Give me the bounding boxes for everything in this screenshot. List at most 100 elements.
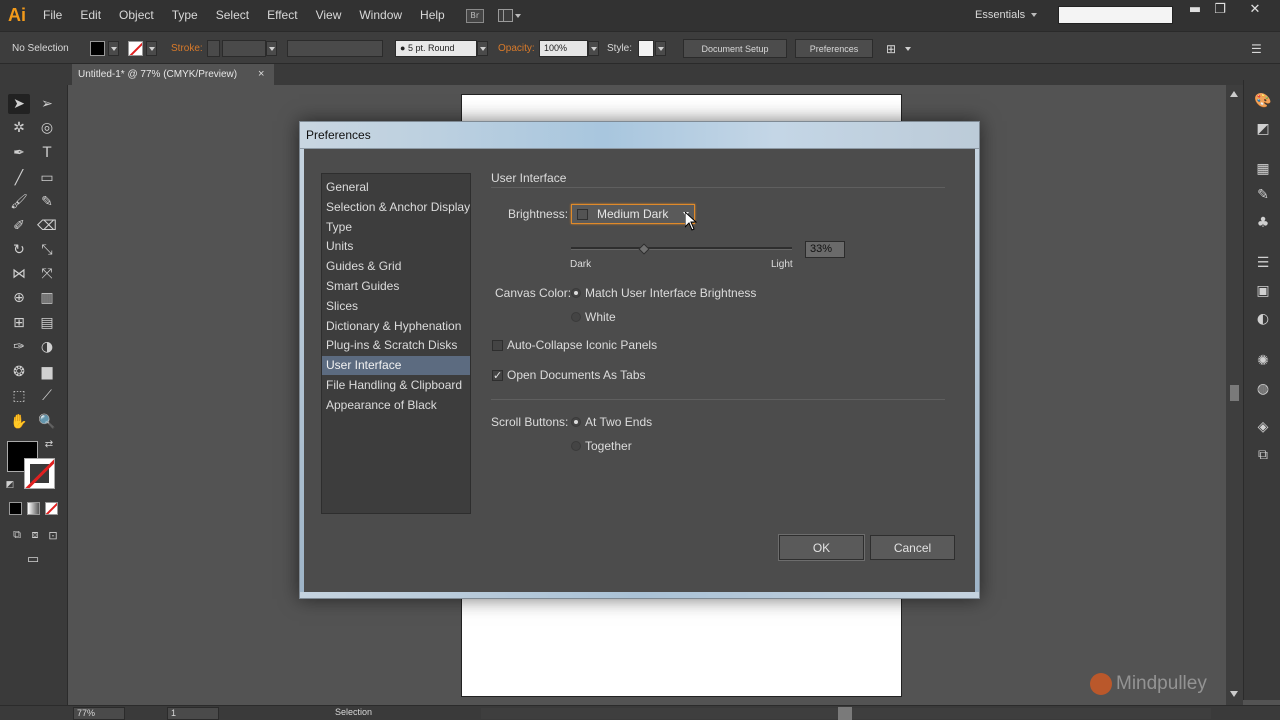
chevron-down-icon[interactable] (1031, 13, 1037, 17)
brightness-slider-track[interactable] (571, 247, 792, 250)
category-item[interactable]: Units (322, 237, 470, 256)
category-item[interactable]: Guides & Grid (322, 257, 470, 276)
graph-tool-icon[interactable]: ▆ (36, 362, 58, 382)
line-tool-icon[interactable]: ╱ (8, 168, 30, 188)
layers-panel-icon[interactable]: ◈ (1254, 418, 1272, 436)
gradient-mode-icon[interactable] (27, 502, 40, 515)
selection-tool-icon[interactable]: ➤ (8, 94, 30, 114)
chevron-down-icon[interactable] (108, 41, 119, 56)
category-item[interactable]: Selection & Anchor Display (322, 198, 470, 217)
minimize-button[interactable]: ▬ (1182, 2, 1208, 18)
chevron-down-icon[interactable] (477, 41, 488, 56)
perspective-grid-tool-icon[interactable]: ▥ (36, 288, 58, 308)
slice-tool-icon[interactable]: ⟋ (36, 386, 58, 406)
category-item[interactable]: Type (322, 218, 470, 237)
category-item[interactable]: Dictionary & Hyphenation (322, 317, 470, 336)
draw-inside-icon[interactable]: ⊡ (42, 525, 64, 545)
workspace-switcher[interactable]: Essentials (975, 9, 1025, 21)
scroll-down-icon[interactable] (1230, 691, 1238, 697)
menu-type[interactable]: Type (163, 0, 207, 31)
brushes-panel-icon[interactable]: ✎ (1254, 186, 1272, 204)
eyedropper-tool-icon[interactable]: ✑ (8, 337, 30, 357)
close-icon[interactable]: × (258, 64, 264, 85)
width-tool-icon[interactable]: ⋈ (8, 264, 30, 284)
restore-button[interactable]: ❐ (1207, 2, 1233, 18)
appearance-panel-icon[interactable]: ✺ (1254, 352, 1272, 370)
status-tool-label[interactable]: Selection (335, 707, 372, 717)
canvas-color-white-label[interactable]: White (585, 310, 616, 324)
menu-view[interactable]: View (307, 0, 351, 31)
search-input[interactable] (1058, 6, 1173, 24)
blend-tool-icon[interactable]: ◑ (36, 337, 58, 357)
hand-tool-icon[interactable]: ✋ (8, 412, 30, 432)
color-mode-icon[interactable] (9, 502, 22, 515)
color-guide-panel-icon[interactable]: ◩ (1254, 120, 1272, 138)
vertical-scrollbar[interactable] (1226, 85, 1243, 705)
blob-brush-tool-icon[interactable]: ✐ (8, 216, 30, 236)
transparency-panel-icon[interactable]: ◐ (1254, 310, 1272, 328)
document-tab[interactable]: Untitled-1* @ 77% (CMYK/Preview) × (72, 64, 274, 85)
canvas-color-match-radio[interactable] (571, 288, 581, 298)
auto-collapse-checkbox[interactable] (492, 340, 503, 351)
open-docs-tabs-label[interactable]: Open Documents As Tabs (507, 368, 646, 382)
scroll-up-icon[interactable] (1230, 91, 1238, 97)
graphic-styles-panel-icon[interactable]: ◍ (1254, 380, 1272, 398)
brightness-slider-thumb[interactable] (638, 243, 650, 255)
rotate-tool-icon[interactable]: ↻ (8, 240, 30, 260)
variable-width-profile[interactable] (287, 40, 383, 57)
chevron-down-icon[interactable] (905, 46, 911, 51)
scroll-buttons-two-ends-label[interactable]: At Two Ends (585, 415, 652, 429)
direct-selection-tool-icon[interactable]: ➢ (36, 94, 58, 114)
symbols-panel-icon[interactable]: ♣ (1254, 214, 1272, 232)
shape-builder-tool-icon[interactable]: ⊕ (8, 288, 30, 308)
dialog-titlebar[interactable]: Preferences (300, 122, 979, 149)
pencil-tool-icon[interactable]: ✎ (36, 192, 58, 212)
artboard-navigation-field[interactable]: 1 (167, 707, 219, 720)
scale-tool-icon[interactable]: ⤡ (36, 240, 58, 260)
brightness-dropdown[interactable]: Medium Dark (571, 204, 695, 224)
none-mode-icon[interactable] (45, 502, 58, 515)
menu-select[interactable]: Select (207, 0, 258, 31)
default-colors-icon[interactable]: ◩ (3, 478, 17, 492)
stroke-panel-icon[interactable]: ☰ (1254, 254, 1272, 272)
type-tool-icon[interactable]: T (36, 143, 58, 163)
rectangle-tool-icon[interactable]: ▭ (36, 168, 58, 188)
open-docs-tabs-checkbox[interactable]: ✓ (492, 370, 503, 381)
menu-effect[interactable]: Effect (258, 0, 306, 31)
stroke-weight-field[interactable] (222, 40, 266, 57)
menu-object[interactable]: Object (110, 0, 163, 31)
stroke-color-swatch[interactable] (128, 41, 143, 56)
brush-definition-field[interactable]: ● 5 pt. Round (395, 40, 477, 57)
swatches-panel-icon[interactable]: ▦ (1254, 160, 1272, 178)
menu-file[interactable]: File (34, 0, 71, 31)
swap-colors-icon[interactable]: ⇄ (42, 437, 56, 451)
transform-icon[interactable]: ⊞ (886, 42, 896, 56)
canvas-color-match-label[interactable]: Match User Interface Brightness (585, 286, 756, 300)
horizontal-scrollbar-thumb[interactable] (838, 707, 852, 720)
symbol-sprayer-tool-icon[interactable]: ❂ (8, 362, 30, 382)
color-panel-icon[interactable]: 🎨 (1254, 92, 1272, 110)
chevron-down-icon[interactable] (146, 41, 157, 56)
arrange-documents-icon[interactable] (497, 9, 524, 23)
brightness-percent-field[interactable]: 33% (805, 241, 845, 258)
cancel-button[interactable]: Cancel (870, 535, 955, 560)
mesh-tool-icon[interactable]: ⊞ (8, 313, 30, 333)
pen-tool-icon[interactable]: ✒ (8, 143, 30, 163)
menu-window[interactable]: Window (350, 0, 411, 31)
artboards-panel-icon[interactable]: ⧉ (1254, 446, 1272, 464)
gradient-panel-icon[interactable]: ▣ (1254, 282, 1272, 300)
zoom-field[interactable]: 77% (73, 707, 125, 720)
opacity-field[interactable]: 100% (539, 40, 588, 57)
menu-help[interactable]: Help (411, 0, 454, 31)
stroke-stepper[interactable] (207, 40, 220, 57)
scroll-buttons-two-ends-radio[interactable] (571, 417, 581, 427)
lasso-tool-icon[interactable]: ◎ (36, 118, 58, 138)
scrollbar-thumb[interactable] (1230, 385, 1239, 401)
category-item[interactable]: Smart Guides (322, 277, 470, 296)
fill-color-swatch[interactable] (90, 41, 105, 56)
category-item[interactable]: File Handling & Clipboard (322, 376, 470, 395)
free-transform-tool-icon[interactable]: ⤧ (36, 264, 58, 284)
chevron-down-icon[interactable] (655, 41, 666, 56)
menu-edit[interactable]: Edit (71, 0, 110, 31)
close-button[interactable]: ✕ (1242, 2, 1268, 18)
